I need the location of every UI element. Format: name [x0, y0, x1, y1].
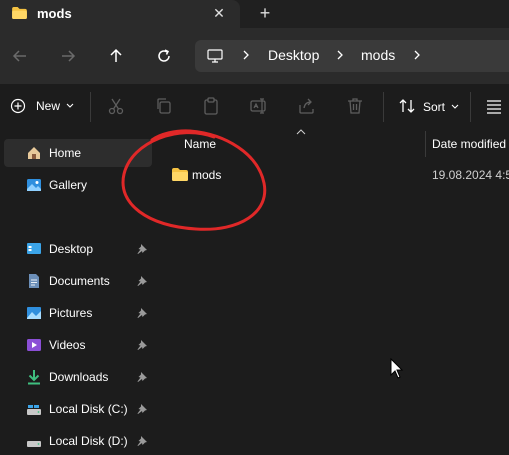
sidebar-item-label: Pictures — [49, 306, 93, 320]
pin-icon[interactable] — [137, 404, 147, 414]
sidebar-item-label: Home — [49, 146, 82, 160]
file-list: Name Date modified mods 19.08.2024 4:56 — [152, 129, 509, 448]
view-icon[interactable] — [484, 96, 504, 116]
cut-icon[interactable] — [106, 96, 126, 116]
folder-icon — [172, 168, 188, 181]
pin-icon[interactable] — [137, 308, 147, 318]
navigation-bar: Desktop mods — [0, 28, 509, 84]
column-divider[interactable] — [425, 131, 426, 157]
tab-mods[interactable]: mods ✕ — [0, 0, 240, 28]
toolbar-divider — [470, 92, 471, 122]
pin-icon[interactable] — [137, 436, 147, 446]
breadcrumb-mods[interactable]: mods — [361, 47, 395, 63]
toolbar-divider — [90, 92, 91, 122]
chevron-right-icon — [243, 50, 249, 60]
sidebar-item-label: Local Disk (D:) — [49, 434, 128, 448]
paste-icon[interactable] — [201, 96, 221, 116]
sidebar-item-videos[interactable]: Videos — [4, 331, 152, 359]
list-item[interactable]: mods 19.08.2024 4:56 — [152, 163, 509, 187]
drive-icon — [27, 405, 41, 415]
command-bar: New Sort — [0, 84, 509, 130]
back-arrow-icon[interactable] — [10, 46, 30, 66]
pin-icon[interactable] — [137, 244, 147, 254]
sort-button-label[interactable]: Sort — [423, 100, 445, 114]
rename-icon[interactable] — [249, 96, 269, 116]
folder-icon — [12, 7, 27, 19]
sidebar-item-label: Documents — [49, 274, 110, 288]
chevron-down-icon[interactable] — [451, 104, 459, 110]
file-name: mods — [192, 168, 222, 182]
title-bar: mods ✕ + — [0, 0, 509, 28]
tab-title: mods — [37, 6, 72, 21]
pin-icon[interactable] — [137, 340, 147, 350]
gallery-icon — [27, 179, 41, 191]
sidebar-item-label: Gallery — [49, 178, 88, 192]
sidebar-item-home[interactable]: Home — [4, 139, 152, 167]
sidebar-item-pictures[interactable]: Pictures — [4, 299, 152, 327]
sidebar-item-label: Videos — [49, 338, 86, 352]
breadcrumb-desktop[interactable]: Desktop — [268, 47, 319, 63]
mouse-cursor-icon — [390, 358, 404, 379]
sort-ascending-icon — [296, 129, 306, 135]
sidebar-item-label: Desktop — [49, 242, 94, 256]
chevron-right-icon — [337, 50, 343, 60]
share-icon[interactable] — [297, 96, 317, 116]
column-header-date-modified[interactable]: Date modified — [432, 137, 506, 151]
new-tab-button[interactable]: + — [256, 3, 274, 23]
address-bar[interactable]: Desktop mods — [195, 40, 509, 72]
refresh-icon[interactable] — [154, 46, 174, 66]
drive-icon — [27, 441, 41, 447]
sort-icon[interactable] — [397, 96, 417, 116]
computer-icon — [207, 49, 223, 63]
sidebar-item-label: Local Disk (C:) — [49, 402, 128, 416]
column-header-name[interactable]: Name — [184, 137, 216, 151]
downloads-icon — [28, 370, 40, 385]
sidebar-item-gallery[interactable]: Gallery — [4, 171, 152, 199]
toolbar-divider — [383, 92, 384, 122]
copy-icon[interactable] — [154, 96, 174, 116]
chevron-right-icon[interactable] — [412, 48, 422, 62]
home-icon — [28, 147, 40, 159]
sidebar-item-local-disk-c[interactable]: Local Disk (C:) — [4, 395, 152, 423]
desktop-icon — [27, 243, 41, 254]
documents-icon — [29, 274, 39, 288]
close-tab-button[interactable]: ✕ — [210, 4, 228, 22]
pin-icon[interactable] — [137, 372, 147, 382]
sidebar-item-local-disk-d[interactable]: Local Disk (D:) — [4, 427, 152, 455]
up-arrow-icon[interactable] — [106, 46, 126, 66]
forward-arrow-icon[interactable] — [58, 46, 78, 66]
pin-icon[interactable] — [137, 276, 147, 286]
navigation-pane: Home Gallery Desktop Documents Pictures … — [0, 129, 152, 448]
plus-circle-icon — [10, 98, 26, 114]
pictures-icon — [27, 307, 41, 319]
videos-icon — [27, 339, 41, 351]
chevron-down-icon — [66, 103, 74, 108]
new-button-label: New — [36, 99, 61, 113]
sidebar-item-desktop[interactable]: Desktop — [4, 235, 152, 263]
delete-icon[interactable] — [345, 96, 365, 116]
sidebar-item-documents[interactable]: Documents — [4, 267, 152, 295]
sidebar-item-downloads[interactable]: Downloads — [4, 363, 152, 391]
sidebar-item-label: Downloads — [49, 370, 109, 384]
file-date-modified: 19.08.2024 4:56 — [432, 168, 509, 182]
column-header: Name Date modified — [152, 129, 509, 159]
